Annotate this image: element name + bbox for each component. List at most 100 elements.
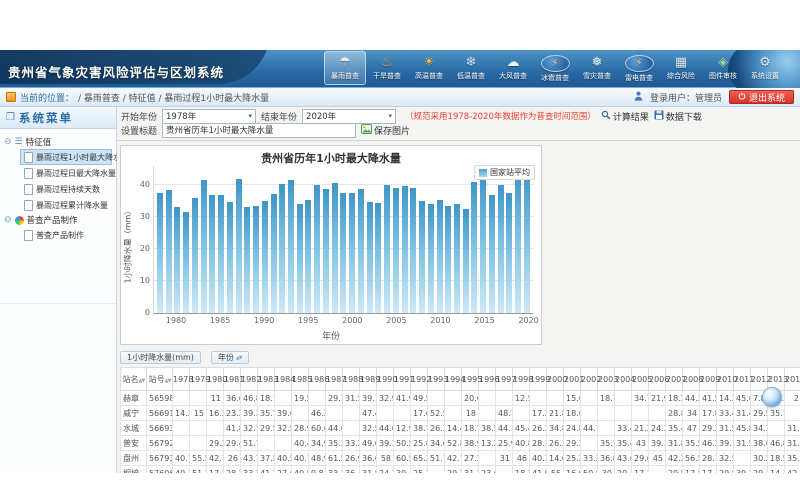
year-column-header[interactable]: 1978 (173, 368, 190, 391)
sidebar-item[interactable]: 普查产品制作 (20, 227, 112, 243)
year-column-header[interactable]: 1998 (513, 368, 530, 391)
sidebar-item[interactable]: 暴雨过程日最大降水量 (20, 165, 112, 181)
calculate-button[interactable]: 计算结果 (601, 110, 649, 123)
table-row: 桐梓5760640.151.317.228.233.241.127.640.59… (121, 466, 800, 474)
download-button[interactable]: 数据下载 (654, 110, 702, 123)
value-cell (292, 406, 309, 421)
value-cell: 33.4 (717, 406, 734, 421)
year-column-header[interactable]: 1993 (428, 368, 445, 391)
nav-item-cold[interactable]: ❄低温普查 (450, 51, 492, 85)
sidebar-item[interactable]: 暴雨过程1小时最大降水量 (20, 149, 112, 165)
year-column-header[interactable]: 1999 (530, 368, 547, 391)
value-cell (785, 406, 800, 421)
collapse-toggle-icon[interactable]: ⊖ (4, 215, 12, 225)
column-field-chip[interactable]: 年份 ▲▼ (211, 351, 249, 364)
year-column-header[interactable]: 1987 (326, 368, 343, 391)
year-column-header[interactable]: 2006 (649, 368, 666, 391)
sidebar-item-label: 暴雨过程1小时最大降水量 (36, 152, 129, 163)
chart-legend[interactable]: 国家站平均 (474, 165, 535, 180)
station-id-cell: 57606 (147, 466, 173, 474)
value-cell (445, 391, 462, 406)
year-column-header[interactable]: 1996 (479, 368, 496, 391)
year-column-header[interactable]: 2009 (700, 368, 717, 391)
nav-item-drought[interactable]: ♨干旱普查 (366, 51, 408, 85)
year-column-header[interactable]: 1990 (377, 368, 394, 391)
nav-item-wind[interactable]: ☁大风普查 (492, 51, 534, 85)
nav-item-settings[interactable]: ⚙系统设置 (744, 51, 786, 85)
year-column-header[interactable]: 2012 (751, 368, 768, 391)
year-column-header[interactable]: 2004 (615, 368, 632, 391)
start-year-select[interactable]: 1978年 ▾ (162, 109, 256, 124)
measure-chip[interactable]: 1小时降水量(mm) (120, 351, 201, 364)
year-column-header[interactable]: 2002 (581, 368, 598, 391)
nav-item-rain[interactable]: ☂暴雨普查 (324, 51, 366, 85)
year-column-header[interactable]: 2000 (547, 368, 564, 391)
value-cell: 27.6 (275, 466, 292, 474)
row-header-station-name[interactable]: 站名▲▼ (121, 368, 147, 391)
value-cell: 41.1 (258, 466, 275, 474)
year-column-header[interactable]: 1992 (411, 368, 428, 391)
value-cell: 41.8 (224, 421, 241, 436)
year-column-header[interactable]: 2008 (683, 368, 700, 391)
sidebar-item-label: 暴雨过程日最大降水量 (36, 168, 116, 179)
value-cell: 9.8 (309, 466, 326, 474)
sidebar-group-2[interactable]: ⊖普查产品制作 (4, 213, 112, 227)
value-cell: 45 (649, 451, 666, 466)
value-cell: 23.6 (479, 466, 496, 474)
nav-item-label: 高温普查 (415, 71, 443, 81)
logout-button[interactable]: 退出系统 (729, 90, 794, 104)
value-cell: 41.9 (394, 391, 411, 406)
bar-1999 (340, 193, 346, 313)
value-cell (513, 406, 530, 421)
chart-title-input[interactable] (162, 123, 356, 138)
nav-item-snow[interactable]: ❅雪灾普查 (576, 51, 618, 85)
collapse-toggle-icon[interactable]: ⊖ (4, 137, 12, 147)
sidebar-item[interactable]: 暴雨过程累计降水量 (20, 197, 112, 213)
year-column-header[interactable]: 2007 (666, 368, 683, 391)
value-cell: 55 (547, 466, 564, 474)
cold-icon: ❄ (460, 54, 482, 71)
value-cell: 21.2 (632, 421, 649, 436)
year-column-header[interactable]: 1991 (394, 368, 411, 391)
year-column-header[interactable]: 2003 (598, 368, 615, 391)
value-cell: 17.6 (411, 406, 428, 421)
year-column-header[interactable]: 2010 (717, 368, 734, 391)
year-column-header[interactable]: 1989 (360, 368, 377, 391)
year-column-header[interactable]: 1980 (207, 368, 224, 391)
value-cell (479, 406, 496, 421)
year-column-header[interactable]: 1984 (275, 368, 292, 391)
year-column-header[interactable]: 1979 (190, 368, 207, 391)
year-column-header[interactable]: 1986 (309, 368, 326, 391)
save-image-button[interactable]: 保存图片 (361, 124, 410, 137)
year-column-header[interactable]: 2011 (734, 368, 751, 391)
nav-item-lightning[interactable]: ⚡雷电普查 (618, 51, 660, 85)
year-column-header[interactable]: 1982 (241, 368, 258, 391)
value-cell: 17.8 (700, 406, 717, 421)
nav-item-risk[interactable]: ▦综合风险 (660, 51, 702, 85)
nav-item-map-review[interactable]: ◈图件审核 (702, 51, 744, 85)
floating-widget-badge[interactable] (762, 387, 782, 407)
sidebar-group-1[interactable]: ⊖☰特征值 (4, 135, 112, 149)
value-cell: 49.5 (411, 391, 428, 406)
year-column-header[interactable]: 2001 (564, 368, 581, 391)
year-column-header[interactable]: 1983 (258, 368, 275, 391)
bar-2014 (471, 182, 477, 313)
year-column-header[interactable]: 1985 (292, 368, 309, 391)
bar-1986 (227, 202, 233, 313)
year-column-header[interactable]: 1995 (462, 368, 479, 391)
year-column-header[interactable]: 2005 (632, 368, 649, 391)
download-label: 数据下载 (666, 110, 702, 123)
year-column-header[interactable]: 1997 (496, 368, 513, 391)
value-cell: 29.4 (224, 436, 241, 451)
value-cell: 60.6 (309, 421, 326, 436)
row-header-station-id[interactable]: 站号▲▼ (147, 368, 173, 391)
login-user-label: 登录用户：管理员 (650, 91, 722, 104)
sidebar-item[interactable]: 暴雨过程持续天数 (20, 181, 112, 197)
year-column-header[interactable]: 1988 (343, 368, 360, 391)
end-year-select[interactable]: 2020年 ▾ (302, 109, 396, 124)
year-column-header[interactable]: 1994 (445, 368, 462, 391)
nav-item-hail[interactable]: ⚡冰雹普查 (534, 51, 576, 85)
year-column-header[interactable]: 1981 (224, 368, 241, 391)
nav-item-heat[interactable]: ☀高温普查 (408, 51, 450, 85)
year-column-header[interactable]: 2014 (785, 368, 800, 391)
